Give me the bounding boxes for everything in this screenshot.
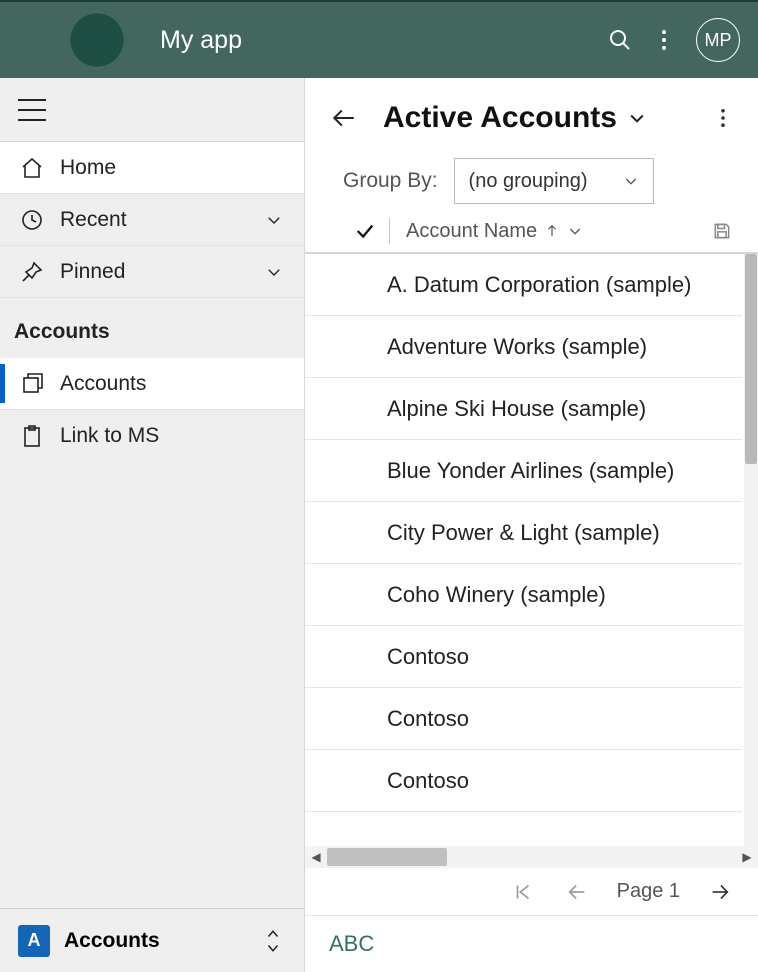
chevron-down-icon — [262, 260, 286, 284]
sidebar-item-label: Accounts — [60, 372, 146, 396]
list-item[interactable]: Blue Yonder Airlines (sample) — [305, 440, 742, 502]
first-page-button[interactable] — [509, 878, 537, 906]
groupby-value: (no grouping) — [469, 170, 588, 193]
scroll-right-icon[interactable]: ▶ — [736, 846, 758, 868]
scroll-left-icon[interactable]: ◀ — [305, 846, 327, 868]
sidebar-item-home[interactable]: Home — [0, 142, 304, 194]
more-vertical-icon[interactable] — [642, 18, 686, 62]
horizontal-scrollbar[interactable]: ◀ ▶ — [305, 846, 758, 868]
app-logo-icon — [68, 11, 126, 69]
chevron-down-icon — [627, 108, 647, 128]
view-title-text: Active Accounts — [383, 101, 617, 135]
list-item[interactable]: Contoso — [305, 626, 742, 688]
save-icon[interactable] — [710, 219, 734, 243]
prev-page-button[interactable] — [563, 878, 591, 906]
column-header-label: Account Name — [406, 220, 537, 243]
sidebar-item-label: Link to MS — [60, 424, 159, 448]
sidebar-item-label: Recent — [60, 208, 127, 232]
home-icon — [18, 154, 46, 182]
sidebar-item-label: Pinned — [60, 260, 125, 284]
sidebar-item-label: Home — [60, 156, 116, 180]
hamburger-icon[interactable] — [18, 99, 46, 121]
pager: Page 1 — [305, 868, 758, 916]
column-header-account-name[interactable]: Account Name — [406, 220, 583, 243]
sort-asc-icon — [545, 222, 559, 240]
clock-icon — [18, 206, 46, 234]
record-list: A. Datum Corporation (sample)Adventure W… — [305, 254, 742, 846]
alpha-jump-label: ABC — [329, 931, 374, 957]
sidebar-item-link-to-ms[interactable]: Link to MS — [0, 410, 304, 462]
page-indicator: Page 1 — [617, 880, 680, 903]
scrollbar-thumb[interactable] — [327, 848, 447, 866]
clipboard-icon — [18, 422, 46, 450]
user-initials: MP — [705, 30, 732, 51]
view-selector[interactable]: Active Accounts — [383, 101, 647, 135]
app-title: My app — [160, 26, 242, 55]
back-button[interactable] — [329, 103, 359, 133]
list-item[interactable]: Coho Winery (sample) — [305, 564, 742, 626]
sidebar-item-recent[interactable]: Recent — [0, 194, 304, 246]
entity-icon — [18, 370, 46, 398]
list-item[interactable]: City Power & Light (sample) — [305, 502, 742, 564]
chevron-updown-icon[interactable] — [260, 925, 286, 957]
sidebar-footer[interactable]: A Accounts — [0, 908, 304, 972]
list-item[interactable]: Adventure Works (sample) — [305, 316, 742, 378]
list-item[interactable]: Alpine Ski House (sample) — [305, 378, 742, 440]
scrollbar-thumb[interactable] — [745, 254, 757, 464]
list-item[interactable]: Contoso — [305, 688, 742, 750]
list-item[interactable]: Contoso — [305, 750, 742, 812]
column-header-row: Account Name — [305, 218, 758, 254]
sidebar-item-pinned[interactable]: Pinned — [0, 246, 304, 298]
list-item[interactable]: A. Datum Corporation (sample) — [305, 254, 742, 316]
sidebar: Home Recent Pinned Accou — [0, 78, 305, 972]
content-pane: Active Accounts Group By: (no grouping) — [305, 78, 758, 972]
chevron-down-icon — [623, 173, 639, 189]
app-bar: My app MP — [0, 0, 758, 78]
groupby-label: Group By: — [343, 169, 438, 193]
pin-icon — [18, 258, 46, 286]
sidebar-section-label: Accounts — [0, 298, 304, 358]
groupby-select[interactable]: (no grouping) — [454, 158, 654, 204]
user-avatar[interactable]: MP — [696, 18, 740, 62]
select-all-checkbox[interactable] — [353, 219, 377, 243]
vertical-scrollbar[interactable] — [744, 254, 758, 846]
search-icon[interactable] — [598, 18, 642, 62]
sidebar-item-accounts[interactable]: Accounts — [0, 358, 304, 410]
chevron-down-icon — [567, 223, 583, 239]
next-page-button[interactable] — [706, 878, 734, 906]
more-vertical-icon[interactable] — [708, 103, 738, 133]
app-switcher-badge: A — [18, 925, 50, 957]
alpha-jump-bar[interactable]: ABC — [305, 916, 758, 972]
chevron-down-icon — [262, 208, 286, 232]
app-switcher-label: Accounts — [64, 929, 160, 953]
